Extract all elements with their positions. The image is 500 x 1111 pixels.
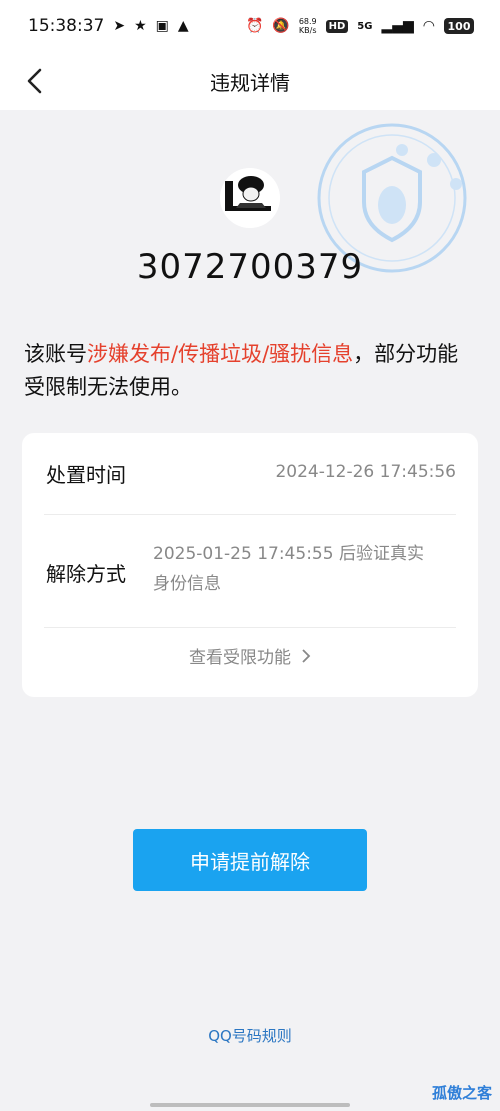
mute-icon: 🔕 [272, 18, 290, 34]
card-divider [44, 514, 456, 515]
warning-icon: ▲ [177, 18, 189, 34]
notice-prefix: 该账号 [24, 342, 87, 366]
speed-value: 68.9 [298, 17, 317, 26]
avatar-image [220, 168, 280, 228]
status-right: ⏰ 🔕 68.9 KB/s HD 5G ▂▄▆ ◠ 100 [246, 17, 474, 35]
notice-violation: 涉嫌发布/传播垃圾/骚扰信息 [87, 342, 354, 366]
status-left: 15:38:37 ➤ ★ ▣ ▲ [28, 16, 189, 36]
network-speed: 68.9 KB/s [299, 17, 317, 35]
details-card: 处置时间 2024-12-26 17:45:56 解除方式 2025-01-25… [22, 433, 478, 697]
home-indicator[interactable] [150, 1103, 350, 1107]
qq-number: 3072700379 [136, 247, 364, 287]
page-title: 违规详情 [210, 70, 290, 95]
view-restrictions-link[interactable]: 查看受限功能 [22, 643, 478, 668]
chevron-right-icon [301, 648, 311, 668]
back-button[interactable] [18, 64, 52, 98]
release-method-line2: 身份信息 [153, 574, 221, 594]
apply-early-release-button[interactable]: 申请提前解除 [133, 829, 367, 891]
qq-number-rules-link[interactable]: QQ号码规则 [0, 1025, 500, 1046]
watermark: 孤傲之客 [431, 1084, 492, 1102]
signal-icon: ▂▄▆ [381, 18, 414, 34]
release-method-line1: 2025-01-25 17:45:55 后验证真实 [153, 544, 424, 564]
card-divider [44, 627, 456, 628]
release-method-value: 2025-01-25 17:45:55 后验证真实 身份信息 [153, 539, 463, 599]
telegram-icon: ➤ [113, 18, 126, 34]
violation-notice: 该账号涉嫌发布/传播垃圾/骚扰信息，部分功能受限制无法使用。 [24, 338, 476, 404]
status-bar: 15:38:37 ➤ ★ ▣ ▲ ⏰ 🔕 68.9 KB/s HD 5G ▂▄▆… [0, 0, 500, 52]
release-method-label: 解除方式 [46, 562, 126, 586]
avatar[interactable] [220, 168, 280, 228]
star-icon: ★ [134, 18, 147, 34]
back-arrow-icon [27, 68, 42, 94]
handle-time-label: 处置时间 [46, 463, 126, 487]
handle-time-value: 2024-12-26 17:45:56 [275, 462, 456, 482]
status-time: 15:38:37 [28, 16, 105, 36]
message-icon: ▣ [155, 18, 169, 34]
speed-unit: KB/s [298, 26, 317, 35]
nav-bar: 违规详情 [0, 52, 500, 110]
wifi-icon: ◠ [422, 18, 435, 34]
hd-badge: HD [325, 19, 349, 33]
battery-level: 100 [444, 18, 474, 34]
alarm-icon: ⏰ [245, 18, 264, 34]
view-restrictions-label: 查看受限功能 [189, 648, 291, 668]
network-type: 5G [357, 20, 373, 32]
